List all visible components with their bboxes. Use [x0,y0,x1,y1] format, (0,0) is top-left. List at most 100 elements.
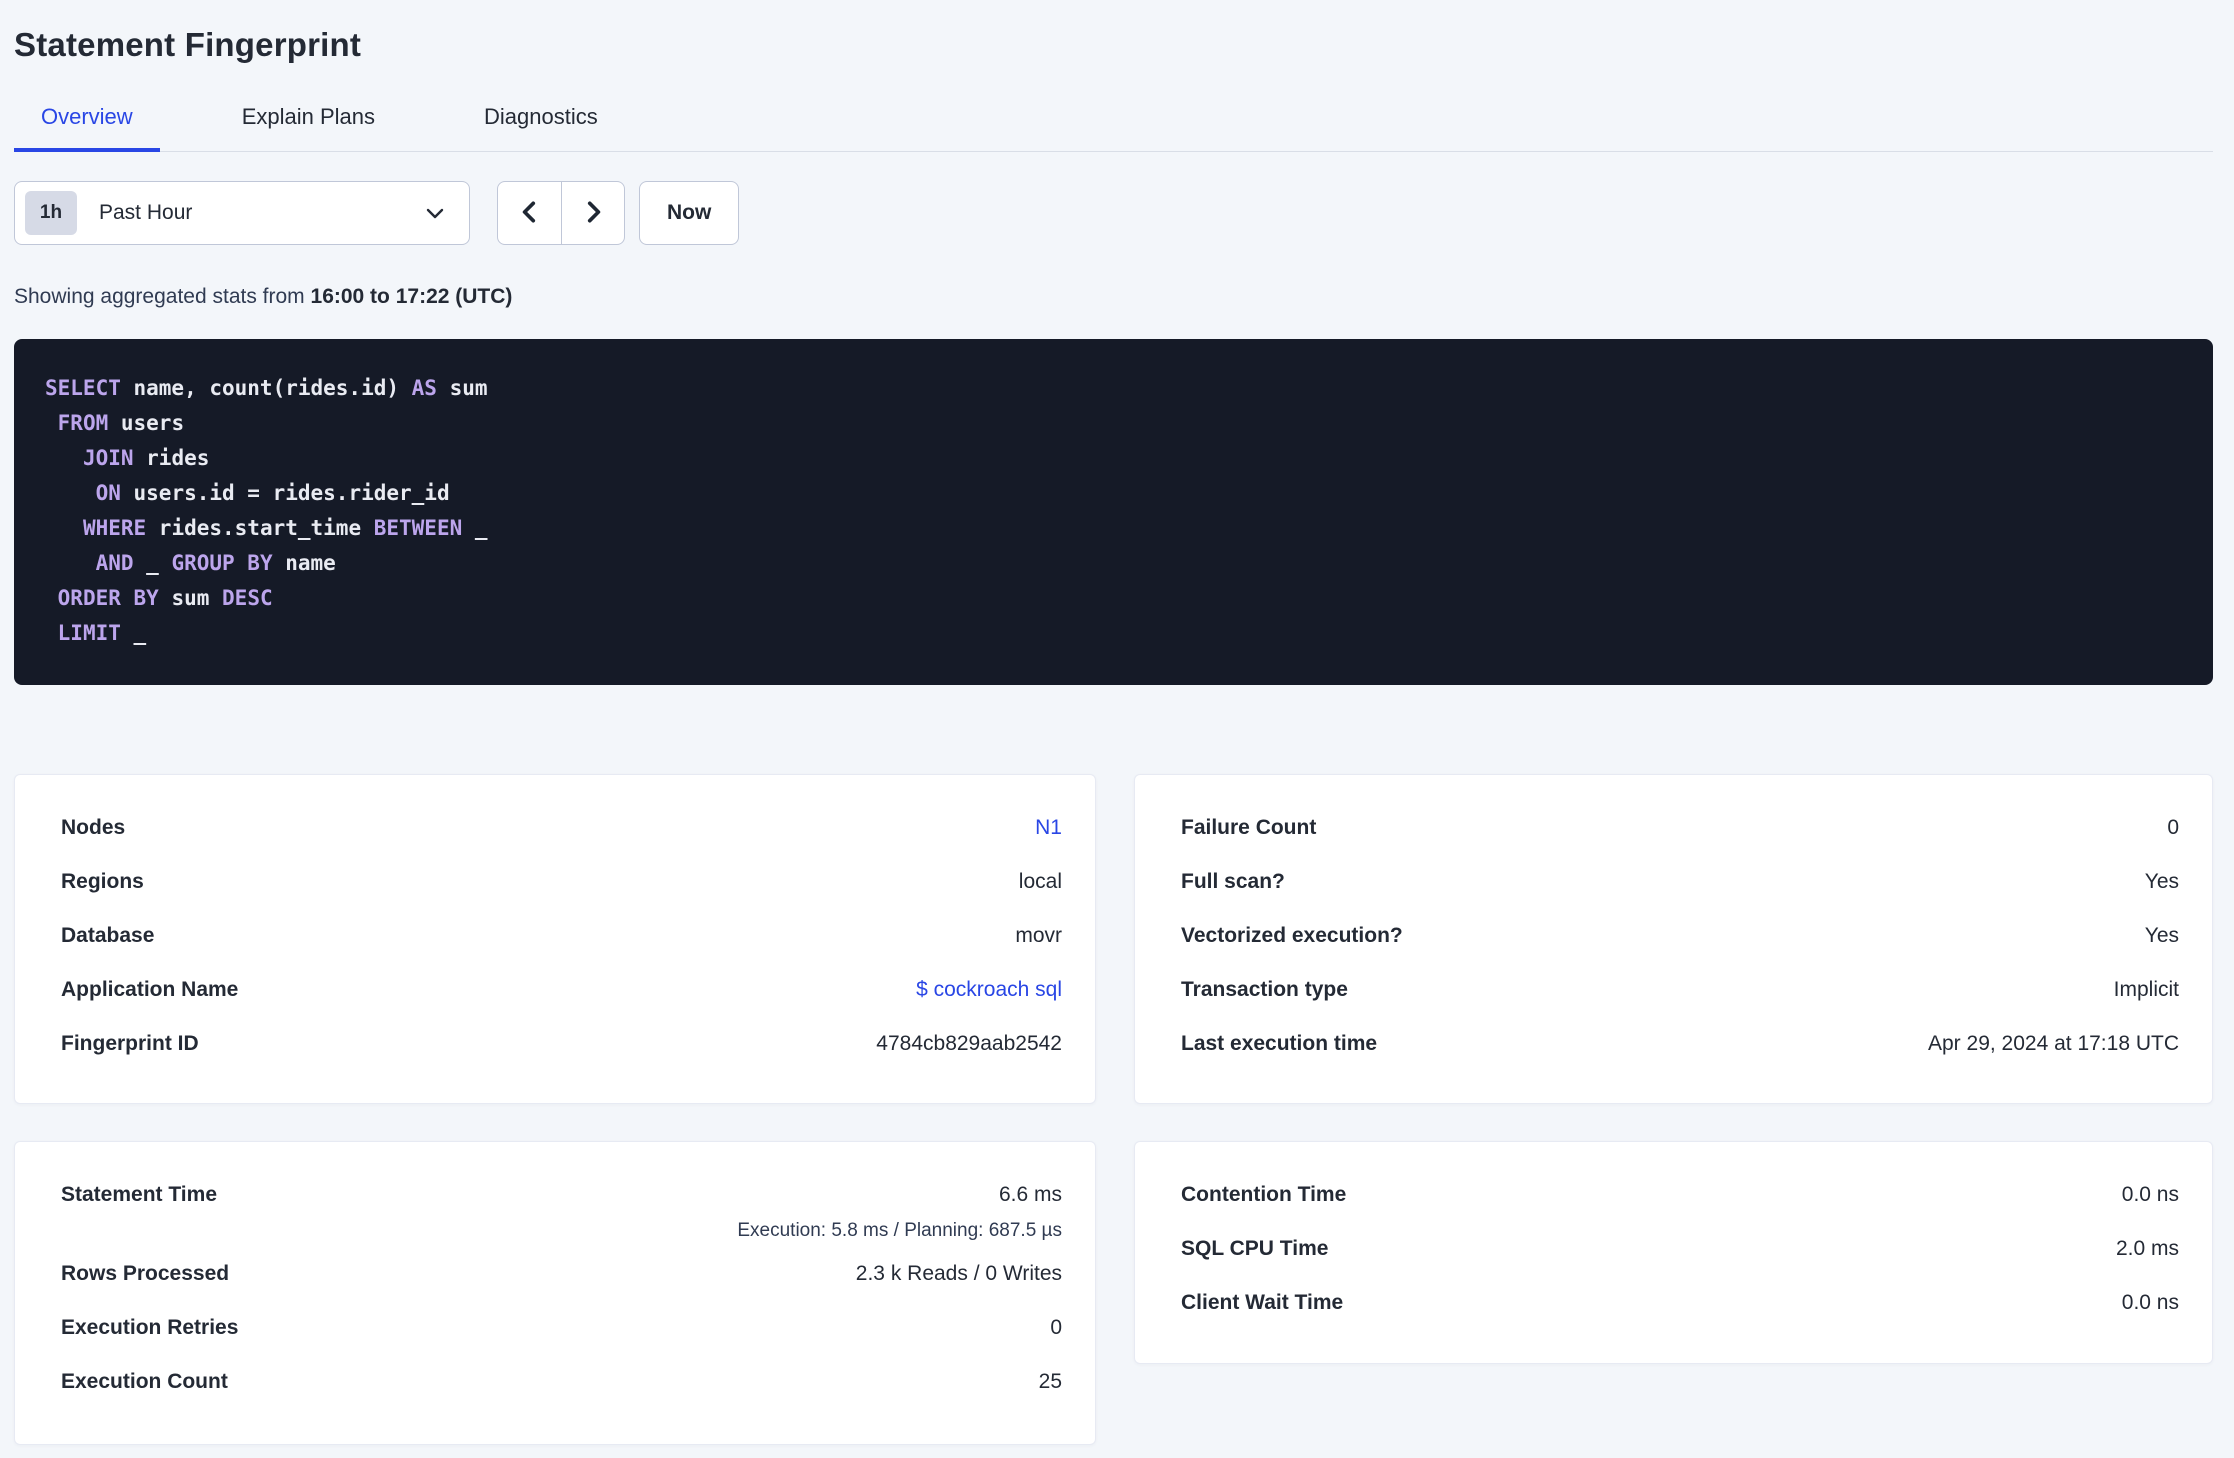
sql-text: rides [133,446,210,470]
sql-text: sum [436,376,488,400]
table-row: Execution Retries 0 [61,1301,1062,1355]
row-value: 0 [1050,1316,1062,1339]
statement-details-card: Nodes N1 Regions local Database movr Applicati… [14,774,1096,1104]
aggregated-stats-line: Showing aggregated stats from 16:00 to 1… [14,285,2213,309]
row-label: Database [61,924,155,947]
sql-keyword: SELECT [45,376,121,400]
sql-code-line: ON users.id = rides.rider_id [45,476,2182,511]
row-value: local [1018,870,1062,893]
table-row: Rows Processed 2.3 k Reads / 0 Writes [61,1247,1062,1301]
sql-text: _ [120,621,147,645]
row-value-link[interactable]: N1 [1035,816,1062,840]
row-label: Full scan? [1181,870,1285,893]
row-value: 2.0 ms [2115,1237,2179,1260]
row-label: Nodes [61,816,126,839]
sql-text: name [272,551,336,575]
sql-keyword: AND [95,551,134,575]
sql-keyword: LIMIT [57,621,121,645]
chevron-down-icon [423,201,447,225]
table-row: Vectorized execution? Yes [1181,909,2179,963]
sql-text: users [108,411,185,435]
sql-keyword: ON [95,481,121,505]
table-row: SQL CPU Time 2.0 ms [1181,1222,2179,1276]
sql-text: name, count(rides.id) [120,376,412,400]
stats-line-range: 16:00 to 17:22 (UTC) [310,285,513,308]
row-value: 2.3 k Reads / 0 Writes [855,1262,1062,1285]
sql-keyword: BETWEEN [373,516,463,540]
table-row: Fingerprint ID 4784cb829aab2542 [61,1017,1062,1071]
row-label: Last execution time [1181,1032,1378,1055]
sql-code-line: JOIN rides [45,441,2182,476]
sql-code-line: FROM users [45,406,2182,441]
row-label: Fingerprint ID [61,1032,199,1055]
table-row: Failure Count 0 [1181,801,2179,855]
sql-text: _ [133,551,172,575]
sql-code-line: SELECT name, count(rides.id) AS sum [45,371,2182,406]
row-value: 6.6 ms [998,1183,1062,1206]
sql-text: _ [462,516,488,540]
table-row: Database movr [61,909,1062,963]
time-controls: 1h Past Hour Now [14,181,2213,245]
row-subvalue: Execution: 5.8 ms / Planning: 687.5 µs [737,1220,1062,1241]
row-value: Yes [2144,870,2179,893]
table-row: Regions local [61,855,1062,909]
time-range-label: Past Hour [99,201,193,224]
sql-keyword: WHERE [82,516,147,540]
row-label: Application Name [61,978,239,1001]
sql-code-line: AND _ GROUP BY name [45,546,2182,581]
wait-time-card: Contention Time 0.0 ns SQL CPU Time 2.0 ms C… [1134,1141,2213,1364]
row-label: Execution Count [61,1370,228,1393]
chevron-left-icon [517,199,543,228]
row-label: SQL CPU Time [1181,1237,1329,1260]
row-value: Yes [2144,924,2179,947]
page-title: Statement Fingerprint [14,26,362,63]
row-value: 4784cb829aab2542 [876,1032,1062,1055]
time-range-dropdown[interactable]: 1h Past Hour [14,181,470,245]
row-value-link[interactable]: $ cockroach sql [916,978,1062,1002]
prev-interval-button[interactable] [498,182,561,244]
table-row: Application Name $ cockroach sql [61,963,1062,1017]
stats-line-prefix: Showing aggregated stats from [14,285,311,308]
sql-text: sum [158,586,223,610]
tab-diagnostics[interactable]: Diagnostics [457,94,625,152]
sql-keyword: AS [411,376,437,400]
now-button[interactable]: Now [639,181,740,245]
row-value: 0.0 ns [2121,1183,2179,1206]
sql-text: rides.start_time [146,516,374,540]
time-range-badge: 1h [25,191,77,235]
table-row: Nodes N1 [61,801,1062,855]
time-step-buttons [497,181,625,245]
tab-explain-plans[interactable]: Explain Plans [215,94,402,152]
row-label: Statement Time [61,1183,217,1206]
table-row: Transaction type Implicit [1181,963,2179,1017]
row-label: Failure Count [1181,816,1317,839]
next-interval-button[interactable] [561,182,624,244]
tab-overview[interactable]: Overview [14,94,160,152]
row-label: Rows Processed [61,1262,230,1285]
row-label: Vectorized execution? [1181,924,1403,947]
table-row: Client Wait Time 0.0 ns [1181,1276,2179,1330]
table-row: Execution Count 25 [61,1355,1062,1409]
row-label: Regions [61,870,144,893]
row-value: 0.0 ns [2121,1291,2179,1314]
sql-keyword: ORDER BY [57,586,159,610]
row-label: Contention Time [1181,1183,1347,1206]
sql-code-line: ORDER BY sum DESC [45,581,2182,616]
table-row: Full scan? Yes [1181,855,2179,909]
row-label: Transaction type [1181,978,1348,1001]
sql-keyword: FROM [57,411,109,435]
row-value: Apr 29, 2024 at 17:18 UTC [1928,1032,2179,1055]
row-value: 0 [2167,816,2179,839]
tab-bar: Overview Explain Plans Diagnostics [14,94,2213,152]
statement-fingerprint-page: Statement Fingerprint Overview Explain Pl… [0,0,2234,1445]
sql-text: users.id = rides.rider_id [120,481,450,505]
sql-keyword: JOIN [82,446,134,470]
table-row: Contention Time 0.0 ns [1181,1168,2179,1222]
sql-keyword: DESC [222,586,273,610]
info-cards-row: Nodes N1 Regions local Database movr Applicati… [14,774,2213,1104]
